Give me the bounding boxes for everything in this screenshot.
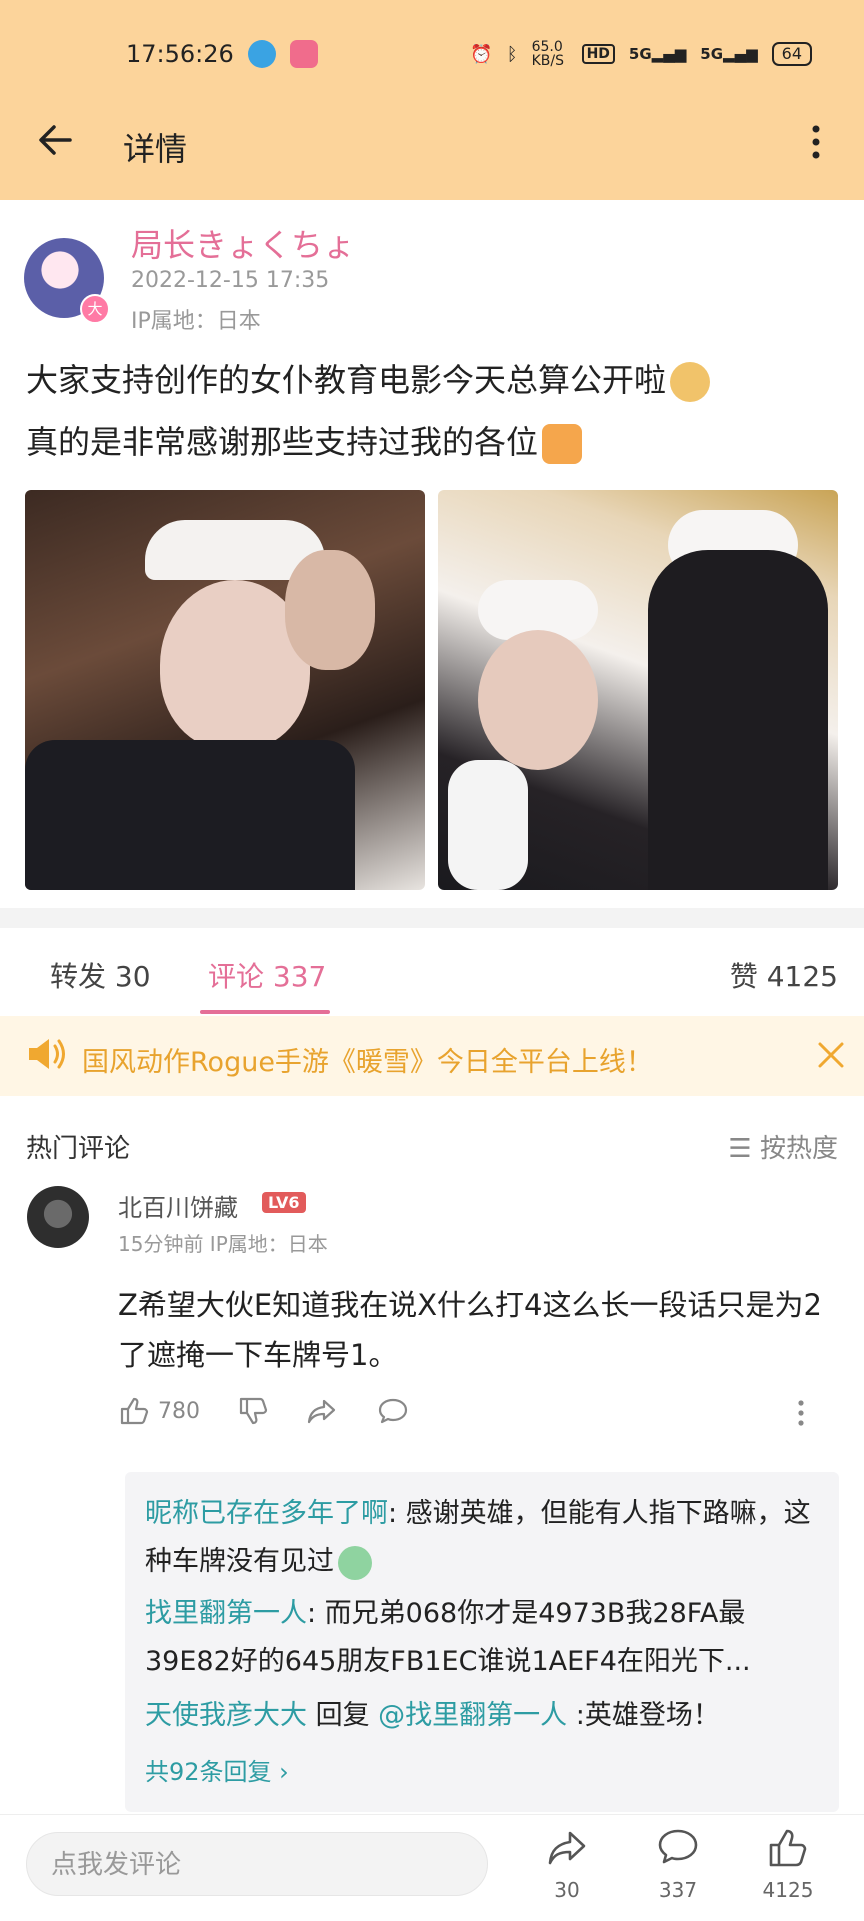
signal-icon: 5G▂▄▆ (628, 45, 687, 63)
more-vertical-icon (798, 1400, 804, 1426)
post-ip-location: IP属地：日本 (131, 309, 261, 334)
reply-item[interactable]: 找里翻第一人: 而兄弟068你才是4973B我28FA最39E82好的645朋友… (145, 1590, 825, 1686)
share-arrow-icon (548, 1831, 586, 1865)
status-icons: ⏰ ᛒ 65.0 KB/S HD 5G▂▄▆ 5G▂▄▆ 64 (470, 40, 812, 68)
comment-reply-button[interactable] (377, 1395, 409, 1427)
post-text-line2: 真的是非常感谢那些支持过我的各位 (26, 414, 826, 470)
reply-username[interactable]: 昵称已存在多年了啊 (145, 1498, 388, 1529)
verified-badge: 大 (80, 294, 110, 324)
doge-emoji-icon (670, 362, 711, 402)
thumbs-up-icon (769, 1829, 807, 1867)
commenter-name[interactable]: 北百川饼藏 (118, 1188, 238, 1223)
announcement-text[interactable]: 国风动作Rogue手游《暖雪》今日全平台上线！ (82, 1040, 653, 1079)
comment-count: 337 (658, 1878, 698, 1902)
sort-by-popularity-button[interactable]: ☰ 按热度 (728, 1128, 838, 1165)
repost-count: 30 (554, 1878, 580, 1902)
more-button[interactable] (806, 122, 826, 162)
active-tab-indicator (200, 1010, 330, 1014)
like-count: 4125 (762, 1878, 814, 1902)
comment-more-button[interactable] (795, 1395, 807, 1431)
level-badge: LV6 (262, 1192, 306, 1213)
battery-icon: 64 (771, 42, 812, 66)
repost-button[interactable] (545, 1826, 589, 1870)
page-title: 详情 (123, 130, 188, 168)
post-image-1[interactable] (25, 490, 425, 890)
speaker-icon (25, 1034, 69, 1074)
reply-item[interactable]: 昵称已存在多年了啊: 感谢英雄，但能有人指下路嘛，这种车牌没有见过 (145, 1490, 825, 1586)
tab-comments[interactable]: 评论 337 (208, 955, 326, 995)
thumbs-down-icon (239, 1397, 268, 1425)
like-button[interactable] (766, 1826, 810, 1870)
network-speed: 65.0 KB/S (531, 39, 564, 69)
bilibili-icon (290, 40, 318, 68)
comment-button[interactable] (656, 1826, 700, 1870)
status-app-icons (248, 40, 318, 68)
comment-dislike-button[interactable] (237, 1395, 269, 1427)
post-timestamp: 2022-12-15 17:35 (131, 268, 330, 293)
comment-like-count: 780 (158, 1398, 200, 1424)
author-name[interactable]: 局长きょくちょ (131, 220, 355, 266)
status-time: 17:56:26 (126, 40, 234, 68)
thumbs-up-icon (120, 1397, 149, 1425)
hot-comments-title: 热门评论 (26, 1134, 131, 1164)
qq-icon (248, 40, 276, 68)
tab-likes[interactable]: 赞 4125 (730, 955, 838, 995)
comment-input[interactable]: 点我发评论 (26, 1832, 488, 1896)
more-vertical-icon (812, 125, 820, 159)
post-image-2[interactable] (438, 490, 838, 890)
speech-bubble-icon (378, 1398, 408, 1424)
back-button[interactable] (34, 118, 78, 162)
tab-repost[interactable]: 转发 30 (50, 955, 151, 995)
comment-text: Z希望大伙E知道我在说X什么打4这么长一段话只是为2了遮掩一下车牌号1。 (118, 1288, 822, 1372)
reply-username[interactable]: 找里翻第一人 (145, 1598, 307, 1629)
commenter-avatar[interactable] (27, 1186, 89, 1248)
share-arrow-icon (307, 1399, 336, 1424)
comment-share-button[interactable] (306, 1395, 338, 1427)
reply-item[interactable]: 天使我彦大大 回复 @找里翻第一人 :英雄登场！ (145, 1692, 825, 1740)
post-text-line1: 大家支持创作的女仆教育电影今天总算公开啦 (26, 352, 826, 408)
owl-emoji-icon (338, 1545, 372, 1580)
hd-badge: HD (581, 44, 615, 64)
section-divider (0, 908, 864, 928)
comment-meta: 15分钟前 IP属地：日本 (118, 1232, 328, 1256)
speech-bubble-icon (658, 1829, 698, 1864)
top-bar (0, 0, 864, 200)
reply-username[interactable]: 天使我彦大大 (145, 1700, 307, 1731)
signal-icon-2: 5G▂▄▆ (700, 45, 758, 63)
alarm-icon: ⏰ (470, 43, 493, 65)
comment-like-button[interactable]: 780 (118, 1395, 200, 1427)
close-button[interactable] (816, 1040, 846, 1070)
arrow-left-icon (39, 125, 72, 155)
reply-target[interactable]: @找里翻第一人 (378, 1700, 567, 1731)
view-all-replies-link[interactable]: 共92条回复 › (145, 1752, 289, 1787)
bluetooth-icon: ᛒ (506, 43, 518, 65)
close-icon (818, 1042, 844, 1068)
thanks-emoji-icon (542, 424, 583, 464)
